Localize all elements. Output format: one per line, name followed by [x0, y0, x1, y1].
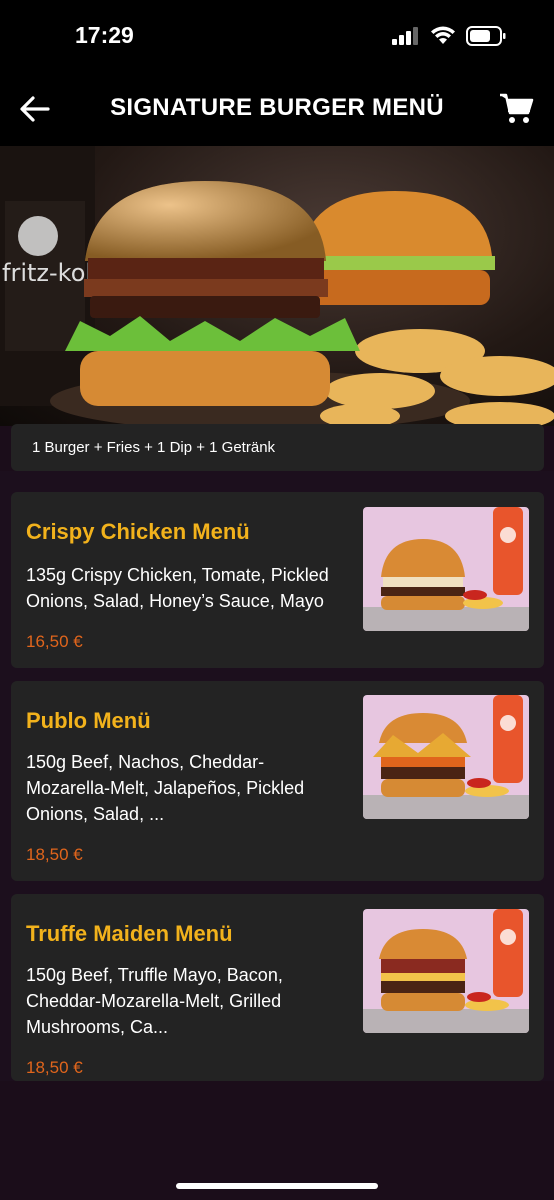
menu-description-bar: 1 Burger + Fries + 1 Dip + 1 Getränk: [11, 424, 544, 471]
signal-icon: [392, 27, 418, 45]
burger-image-icon: [363, 507, 529, 631]
menu-item-image: [363, 695, 529, 819]
menu-item-description: 150g Beef, Truffle Mayo, Bacon, Cheddar-…: [26, 965, 283, 1037]
menu-item-card[interactable]: Truffe Maiden Menü 150g Beef, Truffle Ma…: [11, 894, 544, 1081]
menu-list: Crispy Chicken Menü 135g Crispy Chicken,…: [0, 471, 554, 1081]
shopping-cart-icon[interactable]: [498, 90, 534, 126]
menu-item-image: [363, 507, 529, 631]
burger-image-icon: [363, 695, 529, 819]
menu-item-title: Crispy Chicken Menü: [26, 519, 250, 544]
wifi-icon: [431, 26, 455, 44]
menu-item-description: 150g Beef, Nachos, Cheddar-Mozarella-Mel…: [26, 752, 305, 824]
app-header: SIGNATURE BURGER MENÜ: [0, 74, 554, 146]
menu-description: 1 Burger + Fries + 1 Dip + 1 Getränk: [32, 439, 276, 456]
status-icons: [392, 26, 506, 46]
menu-item-title: Truffe Maiden Menü: [26, 921, 233, 946]
page-title: SIGNATURE BURGER MENÜ: [110, 94, 444, 121]
burger-photo-icon: fritz-kola: [0, 146, 554, 426]
menu-item-price: 18,50 €: [26, 845, 83, 864]
status-time: 17:29: [75, 22, 134, 48]
menu-item-title: Publo Menü: [26, 708, 151, 733]
burger-image-icon: [363, 909, 529, 1033]
menu-item-image: [363, 909, 529, 1033]
home-indicator[interactable]: [176, 1183, 378, 1189]
battery-icon: [466, 26, 506, 46]
menu-item-price: 18,50 €: [26, 1058, 83, 1077]
menu-item-price: 16,50 €: [26, 632, 83, 651]
menu-item-description: 135g Crispy Chicken, Tomate, Pickled Oni…: [26, 565, 329, 611]
hero-image: fritz-kola: [0, 146, 554, 426]
menu-item-card[interactable]: Publo Menü 150g Beef, Nachos, Cheddar-Mo…: [11, 681, 544, 881]
status-bar: 17:29: [0, 0, 554, 74]
menu-item-card[interactable]: Crispy Chicken Menü 135g Crispy Chicken,…: [11, 492, 544, 668]
